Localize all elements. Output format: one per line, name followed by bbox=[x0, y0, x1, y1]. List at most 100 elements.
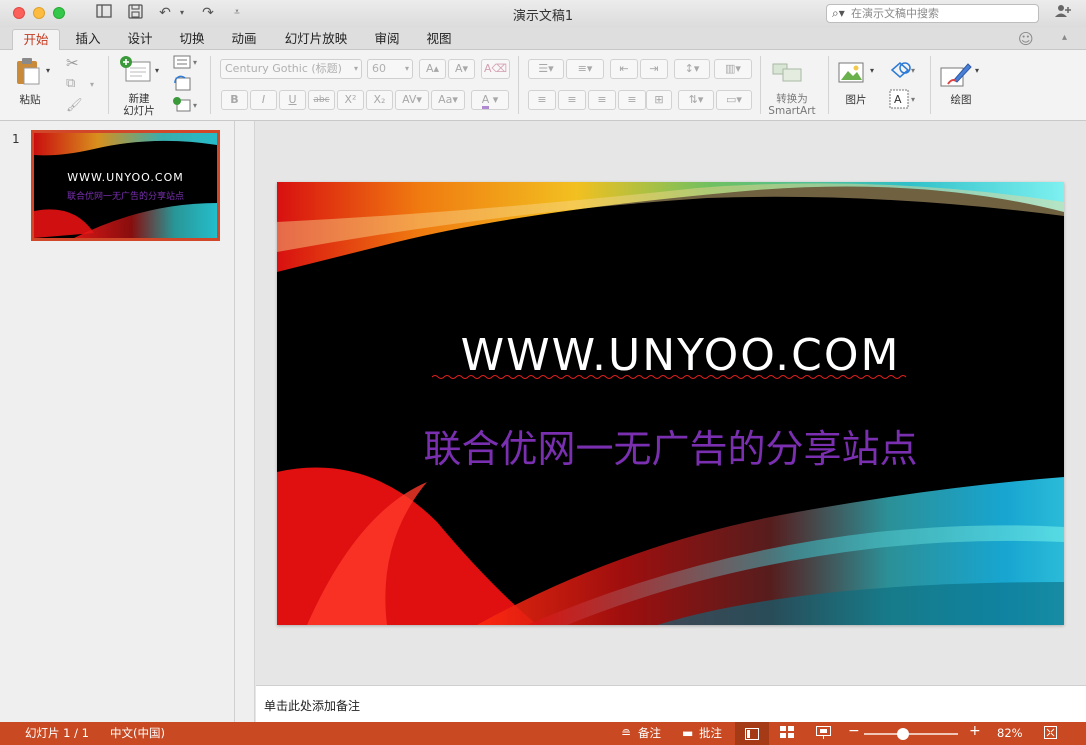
zoom-slider[interactable] bbox=[864, 733, 958, 735]
notes-toggle[interactable]: 备注 bbox=[638, 726, 661, 741]
section-icon[interactable]: ▾ bbox=[173, 97, 201, 116]
slide-subtitle[interactable]: 联合优网一无广告的分享站点 bbox=[277, 418, 1064, 473]
text-box-icon[interactable]: A ▾ bbox=[888, 88, 918, 113]
picture-icon[interactable] bbox=[838, 61, 866, 88]
title-bar: ↶ ▾ ↷ ⩡ 演示文稿1 ⌕▾ bbox=[0, 0, 1086, 27]
new-slide-dropdown-icon[interactable]: ▾ bbox=[155, 66, 159, 75]
decrease-indent-button[interactable]: ⇤ bbox=[610, 59, 638, 79]
drawing-icon[interactable] bbox=[940, 60, 974, 91]
new-slide-label-1[interactable]: 新建 bbox=[117, 93, 161, 105]
save-icon[interactable] bbox=[125, 4, 145, 22]
language-indicator[interactable]: 中文(中国) bbox=[110, 726, 165, 741]
smartart-icon[interactable] bbox=[771, 60, 805, 89]
feedback-smiley-icon[interactable]: ☺ bbox=[1018, 30, 1034, 48]
current-slide[interactable]: WWW.UNYOO.COM 联合优网一无广告的分享站点 bbox=[277, 182, 1064, 625]
align-text-button[interactable]: ▭▾ bbox=[716, 90, 752, 110]
ribbon-separator bbox=[108, 56, 109, 114]
sidebar-toggle-icon[interactable] bbox=[94, 4, 114, 22]
align-right-button[interactable]: ≡ bbox=[588, 90, 616, 110]
tab-view[interactable]: 视图 bbox=[417, 29, 461, 50]
zoom-in-button[interactable]: + bbox=[969, 724, 981, 739]
paste-dropdown-icon[interactable]: ▾ bbox=[46, 66, 50, 75]
tab-home[interactable]: 开始 bbox=[12, 29, 60, 51]
tab-design[interactable]: 设计 bbox=[118, 29, 162, 50]
bullets-button[interactable]: ☰▾ bbox=[528, 59, 564, 79]
layout-icon[interactable]: ▾ bbox=[173, 54, 201, 73]
superscript-button[interactable]: X² bbox=[337, 90, 364, 110]
line-spacing-button[interactable]: ↕▾ bbox=[674, 59, 710, 79]
search-box[interactable]: ⌕▾ bbox=[826, 4, 1039, 23]
font-size-dropdown[interactable]: 60 ▾ bbox=[367, 59, 413, 79]
zoom-out-button[interactable]: − bbox=[848, 724, 860, 739]
zoom-slider-thumb[interactable] bbox=[897, 728, 910, 740]
tab-transitions[interactable]: 切换 bbox=[170, 29, 214, 50]
char-spacing-button[interactable]: AV▾ bbox=[395, 90, 429, 110]
undo-icon[interactable]: ↶ bbox=[155, 4, 175, 22]
slides-pane-scrollbar[interactable] bbox=[235, 121, 255, 722]
bold-button[interactable]: B bbox=[221, 90, 248, 110]
tab-insert[interactable]: 插入 bbox=[66, 29, 110, 50]
paste-icon[interactable] bbox=[15, 57, 41, 85]
add-user-icon[interactable] bbox=[1054, 4, 1072, 22]
format-painter-icon[interactable]: 🖌 bbox=[66, 98, 83, 113]
change-case-button[interactable]: Aa▾ bbox=[431, 90, 465, 110]
normal-view-button[interactable] bbox=[735, 722, 769, 745]
notes-pane[interactable]: 单击此处添加备注 bbox=[256, 685, 1086, 722]
italic-button[interactable]: I bbox=[250, 90, 277, 110]
cut-icon[interactable]: ✂ bbox=[66, 54, 79, 72]
presenter-icon bbox=[816, 726, 831, 739]
clear-format-button[interactable]: A⌫ bbox=[481, 59, 510, 79]
redo-icon[interactable]: ↷ bbox=[198, 4, 218, 22]
fit-to-window-button[interactable] bbox=[1044, 726, 1057, 743]
convert-smartart-label-2[interactable]: SmartArt bbox=[764, 105, 820, 117]
grow-font-button[interactable]: A▴ bbox=[419, 59, 446, 79]
ribbon-separator bbox=[210, 56, 211, 114]
close-window-button[interactable] bbox=[13, 7, 25, 19]
shrink-font-button[interactable]: A▾ bbox=[448, 59, 475, 79]
presenter-view-button[interactable] bbox=[816, 726, 831, 743]
notes-placeholder[interactable]: 单击此处添加备注 bbox=[264, 697, 360, 714]
tab-slideshow[interactable]: 幻灯片放映 bbox=[278, 29, 354, 50]
increase-indent-button[interactable]: ⇥ bbox=[640, 59, 668, 79]
notes-icon[interactable]: ≘ bbox=[621, 726, 631, 741]
subscript-button[interactable]: X₂ bbox=[366, 90, 393, 110]
reset-icon[interactable] bbox=[173, 75, 193, 96]
tab-animations[interactable]: 动画 bbox=[222, 29, 266, 50]
text-direction-button[interactable]: ⇅▾ bbox=[678, 90, 714, 110]
strikethrough-button[interactable]: abc bbox=[308, 90, 335, 110]
numbering-button[interactable]: ≡▾ bbox=[566, 59, 604, 79]
picture-label[interactable]: 图片 bbox=[838, 94, 874, 106]
slide-sorter-button[interactable] bbox=[780, 726, 794, 742]
font-name-dropdown[interactable]: Century Gothic (标题) ▾ bbox=[220, 59, 362, 79]
slide-thumbnail[interactable]: WWW.UNYOO.COM 联合优网一无广告的分享站点 bbox=[31, 130, 220, 241]
maximize-window-button[interactable] bbox=[53, 7, 65, 19]
copy-icon[interactable]: ⧉ bbox=[66, 76, 75, 91]
convert-smartart-label-1[interactable]: 转换为 bbox=[764, 93, 820, 105]
distributed-button[interactable]: ⊞ bbox=[646, 90, 672, 110]
new-slide-label-2[interactable]: 幻灯片 bbox=[117, 105, 161, 117]
chevron-down-icon: ▾ bbox=[353, 64, 358, 73]
align-left-button[interactable]: ≡ bbox=[528, 90, 556, 110]
picture-dropdown-icon[interactable]: ▾ bbox=[870, 66, 874, 75]
shapes-icon[interactable]: ▾ bbox=[888, 60, 918, 83]
paste-label[interactable]: 粘贴 bbox=[10, 94, 50, 106]
columns-button[interactable]: ▥▾ bbox=[714, 59, 752, 79]
new-slide-icon[interactable] bbox=[120, 56, 152, 87]
align-center-button[interactable]: ≡ bbox=[558, 90, 586, 110]
comments-toggle[interactable]: 批注 bbox=[699, 726, 722, 741]
underline-button[interactable]: U bbox=[279, 90, 306, 110]
copy-dropdown-icon[interactable]: ▾ bbox=[90, 80, 94, 89]
search-input[interactable] bbox=[851, 6, 1031, 21]
drawing-label[interactable]: 绘图 bbox=[943, 94, 979, 106]
tab-review[interactable]: 审阅 bbox=[365, 29, 409, 50]
comments-icon[interactable]: ▬ bbox=[682, 726, 693, 741]
font-color-button[interactable]: A ▾ bbox=[471, 90, 509, 110]
drawing-dropdown-icon[interactable]: ▾ bbox=[975, 66, 979, 75]
customize-toolbar-icon[interactable]: ⩡ bbox=[230, 4, 244, 22]
undo-dropdown-icon[interactable]: ▾ bbox=[176, 4, 188, 22]
zoom-level[interactable]: 82% bbox=[997, 726, 1023, 741]
justify-button[interactable]: ≡ bbox=[618, 90, 646, 110]
collapse-ribbon-icon[interactable]: ▴ bbox=[1062, 32, 1067, 43]
slide-sorter-icon bbox=[780, 726, 794, 738]
minimize-window-button[interactable] bbox=[33, 7, 45, 19]
